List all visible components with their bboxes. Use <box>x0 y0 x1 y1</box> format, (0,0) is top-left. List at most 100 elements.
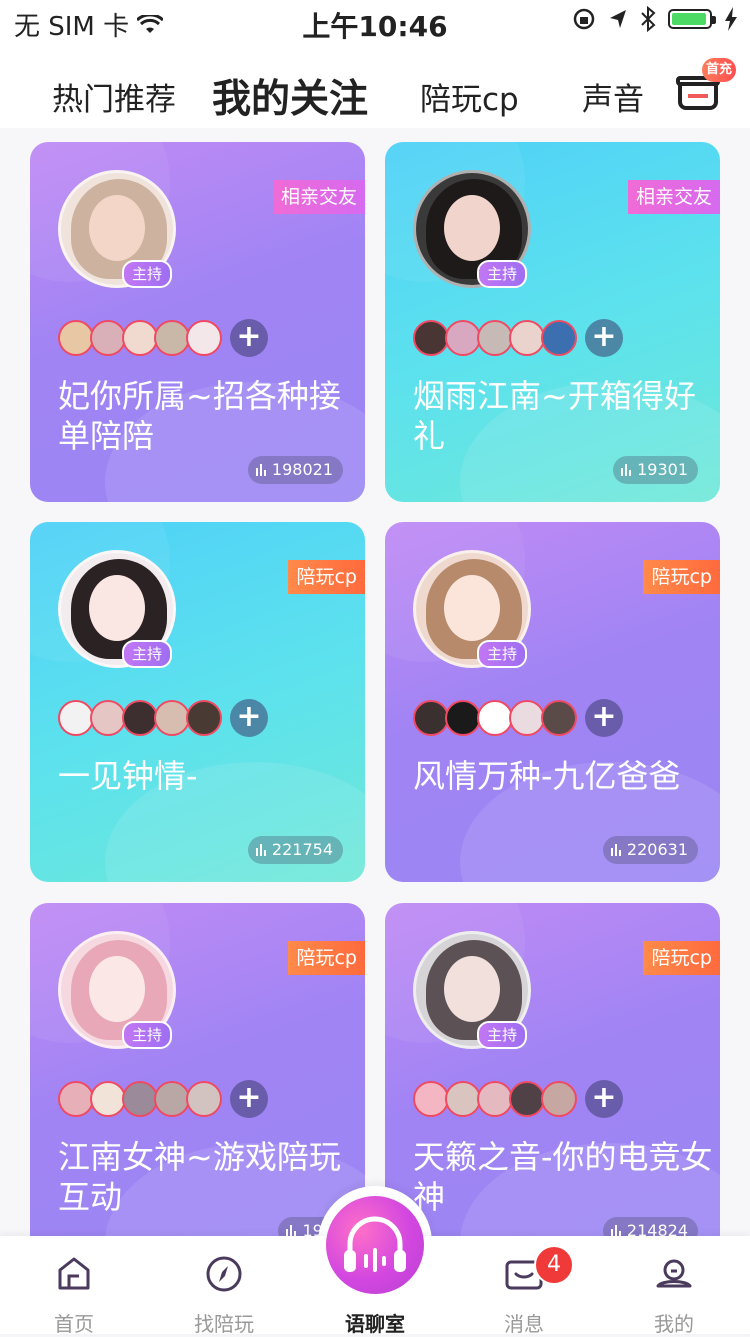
avatar <box>477 1081 513 1117</box>
status-bar: 无 SIM 卡 上午10:46 <box>0 0 750 43</box>
messages-badge: 4 <box>534 1245 574 1285</box>
room-card[interactable]: 主持 相亲交友 + 烟雨江南~开箱得好礼 19301 <box>385 142 720 502</box>
tab-voice[interactable]: 声音 <box>582 74 650 119</box>
host-badge: 主持 <box>122 1021 172 1049</box>
listener-count-value: 198021 <box>271 460 333 479</box>
room-title: 风情万种-九亿爸爸 <box>413 757 681 795</box>
avatar <box>445 1081 481 1117</box>
room-title: 一见钟情- <box>58 757 198 795</box>
room-card[interactable]: 主持 陪玩cp + 江南女神~游戏陪玩互动 192 <box>30 903 365 1236</box>
room-tag: 陪玩cp <box>288 941 365 975</box>
avatar <box>154 700 190 736</box>
avatar <box>122 1081 158 1117</box>
avatar <box>445 700 481 736</box>
nav-profile-label: 我的 <box>654 1312 694 1336</box>
nav-home-label: 首页 <box>54 1312 94 1336</box>
avatar <box>477 320 513 356</box>
room-tag: 陪玩cp <box>288 560 365 594</box>
avatar <box>122 320 158 356</box>
host-badge: 主持 <box>477 1021 527 1049</box>
nav-find-companion[interactable]: 找陪玩 <box>164 1236 284 1336</box>
nav-voice-room-label: 语聊室 <box>345 1312 405 1336</box>
audio-bars-icon <box>255 464 266 476</box>
room-card[interactable]: 主持 相亲交友 + 妃你所属~招各种接单陪陪 198021 <box>30 142 365 502</box>
rotation-lock-icon <box>573 8 595 30</box>
room-title: 天籁之音-你的电竞女神 <box>413 1138 713 1216</box>
room-card[interactable]: 主持 陪玩cp + 天籁之音-你的电竞女神 214824 <box>385 903 720 1236</box>
tab-following[interactable]: 我的关注 <box>212 68 368 124</box>
listener-count-value: 214824 <box>626 1221 688 1236</box>
add-member-button[interactable]: + <box>585 319 623 357</box>
avatar <box>186 1081 222 1117</box>
audio-bars-icon <box>621 464 632 476</box>
add-member-button[interactable]: + <box>230 699 268 737</box>
avatar <box>90 320 126 356</box>
add-member-button[interactable]: + <box>585 1080 623 1118</box>
room-title: 江南女神~游戏陪玩互动 <box>58 1138 341 1216</box>
listener-count-value: 221754 <box>271 840 333 859</box>
avatar <box>445 320 481 356</box>
avatar <box>413 1081 449 1117</box>
audio-bars-icon <box>610 844 621 856</box>
location-icon <box>610 10 626 28</box>
avatar <box>90 700 126 736</box>
add-member-button[interactable]: + <box>230 319 268 357</box>
host-badge: 主持 <box>477 260 527 288</box>
bluetooth-icon <box>641 6 656 32</box>
listener-count-value: 19301 <box>637 460 688 479</box>
avatar <box>509 700 545 736</box>
listener-count: 221754 <box>247 836 343 864</box>
nav-find-companion-label: 找陪玩 <box>194 1312 254 1336</box>
room-tag: 相亲交友 <box>272 180 365 214</box>
nav-home[interactable]: 首页 <box>14 1236 134 1336</box>
room-card[interactable]: 主持 陪玩cp + 一见钟情- 221754 <box>30 522 365 882</box>
avatar <box>477 700 513 736</box>
first-charge-badge: 首充 <box>702 58 736 82</box>
audio-bars-icon <box>255 844 266 856</box>
avatar <box>509 1081 545 1117</box>
room-title: 妃你所属~招各种接单陪陪 <box>58 377 341 455</box>
tab-hot[interactable]: 热门推荐 <box>52 74 176 119</box>
member-avatars: + <box>413 1079 623 1119</box>
gift-button[interactable]: 首充 <box>676 58 736 112</box>
member-avatars: + <box>413 318 623 358</box>
nav-profile[interactable]: 我的 <box>614 1236 734 1336</box>
battery-icon <box>668 9 716 29</box>
listener-count: 214824 <box>602 1217 698 1236</box>
headphones-icon <box>344 1216 406 1272</box>
listener-count: 19301 <box>613 456 698 484</box>
avatar <box>509 320 545 356</box>
voice-room-center-button[interactable] <box>326 1196 424 1294</box>
room-tag: 陪玩cp <box>643 941 720 975</box>
tab-companion-cp[interactable]: 陪玩cp <box>420 74 519 119</box>
avatar <box>541 700 577 736</box>
audio-bars-icon <box>610 1225 621 1236</box>
host-badge: 主持 <box>477 640 527 668</box>
room-tag: 陪玩cp <box>643 560 720 594</box>
avatar <box>154 320 190 356</box>
listener-count-value: 220631 <box>626 840 688 859</box>
avatar <box>58 1081 94 1117</box>
room-grid: 主持 相亲交友 + 妃你所属~招各种接单陪陪 198021 主持 相亲交友 + … <box>0 128 750 1236</box>
room-tag: 相亲交友 <box>627 180 720 214</box>
room-title: 烟雨江南~开箱得好礼 <box>413 377 696 455</box>
avatar <box>154 1081 190 1117</box>
member-avatars: + <box>58 318 268 358</box>
profile-icon <box>656 1259 692 1288</box>
category-tabs: 热门推荐 我的关注 陪玩cp 声音 首充 <box>0 40 750 128</box>
nav-messages-label: 消息 <box>504 1312 544 1336</box>
home-icon <box>58 1257 90 1290</box>
avatar <box>186 320 222 356</box>
avatar <box>90 1081 126 1117</box>
avatar <box>541 1081 577 1117</box>
listener-count: 220631 <box>602 836 698 864</box>
status-icons <box>572 6 738 32</box>
room-card[interactable]: 主持 陪玩cp + 风情万种-九亿爸爸 220631 <box>385 522 720 882</box>
avatar <box>541 320 577 356</box>
host-badge: 主持 <box>122 640 172 668</box>
avatar <box>413 320 449 356</box>
member-avatars: + <box>413 698 623 738</box>
add-member-button[interactable]: + <box>585 699 623 737</box>
audio-bars-icon <box>286 1225 297 1236</box>
add-member-button[interactable]: + <box>230 1080 268 1118</box>
